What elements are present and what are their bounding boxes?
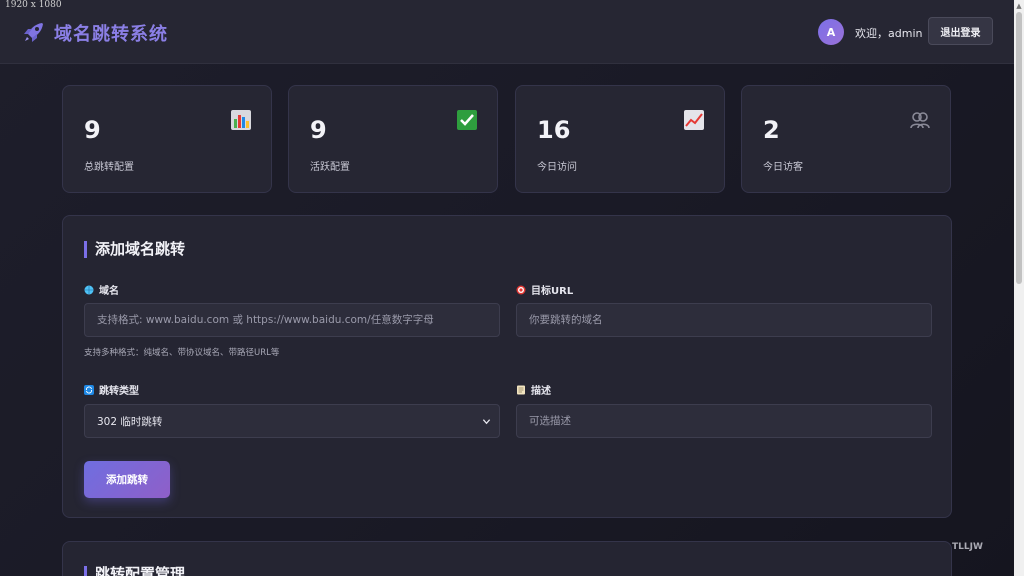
- domain-input-box[interactable]: [84, 303, 500, 337]
- avatar[interactable]: A: [818, 19, 844, 45]
- trend-up-icon: [684, 110, 704, 130]
- target-url-label: 目标URL: [516, 282, 573, 297]
- app-title: 域名跳转系统: [54, 24, 168, 45]
- chevron-down-icon: [482, 419, 491, 425]
- welcome-text: 欢迎，admin: [855, 27, 923, 40]
- stat-card-visitors: 2 今日访客: [741, 85, 951, 193]
- scroll-up-arrow-icon[interactable]: ▲: [1014, 0, 1024, 12]
- stat-label: 活跃配置: [310, 162, 350, 173]
- redirect-type-label: 跳转类型: [84, 382, 139, 397]
- stat-card-active: 9 活跃配置: [288, 85, 498, 193]
- check-mark-icon: [457, 110, 477, 130]
- target-icon: [516, 285, 526, 294]
- description-label-text: 描述: [531, 386, 551, 397]
- target-url-input[interactable]: [529, 314, 931, 326]
- users-icon: [910, 112, 930, 129]
- stat-value: 2: [763, 116, 780, 144]
- stat-label: 总跳转配置: [84, 162, 134, 173]
- logout-button[interactable]: 退出登录: [928, 17, 993, 45]
- domain-label: 域名: [84, 282, 119, 297]
- description-input[interactable]: [529, 415, 931, 427]
- stat-value: 16: [537, 116, 571, 144]
- domain-hint: 支持多种格式：纯域名、带协议域名、带路径URL等: [84, 348, 280, 358]
- scrollbar-thumb[interactable]: [1016, 12, 1022, 284]
- screen-size-label: 1920 x 1080: [5, 0, 62, 10]
- stat-label: 今日访客: [763, 162, 803, 173]
- top-header: 域名跳转系统 A 欢迎，admin 退出登录: [0, 0, 1014, 64]
- redirect-type-select[interactable]: 302 临时跳转: [84, 404, 500, 438]
- refresh-icon: [84, 384, 94, 395]
- section-title: 跳转配置管理: [84, 566, 185, 576]
- globe-icon: [84, 285, 94, 294]
- rocket-icon: [24, 23, 43, 42]
- stat-label: 今日访问: [537, 162, 577, 173]
- target-url-input-box[interactable]: [516, 303, 932, 337]
- description-label: 描述: [516, 382, 551, 397]
- stat-value: 9: [84, 116, 101, 144]
- redirect-type-value: 302 临时跳转: [97, 415, 163, 428]
- memo-icon: [517, 385, 525, 394]
- redirect-type-label-text: 跳转类型: [99, 386, 139, 397]
- domain-label-text: 域名: [99, 286, 119, 297]
- bar-chart-icon: [231, 110, 251, 130]
- description-input-box[interactable]: [516, 404, 932, 438]
- section-title: 添加域名跳转: [84, 241, 185, 258]
- manage-panel: 跳转配置管理: [62, 541, 952, 576]
- add-redirect-button[interactable]: 添加跳转: [84, 461, 170, 498]
- stat-card-visits: 16 今日访问: [515, 85, 725, 193]
- stat-value: 9: [310, 116, 327, 144]
- domain-input[interactable]: [97, 314, 499, 326]
- target-url-label-text: 目标URL: [531, 286, 574, 297]
- add-redirect-panel: 添加域名跳转 域名 支持多种格式：纯域名、带协议域名、带路径URL等 目标URL…: [62, 215, 952, 518]
- watermark-logo: TLLJW: [952, 542, 983, 552]
- stat-card-total: 9 总跳转配置: [62, 85, 272, 193]
